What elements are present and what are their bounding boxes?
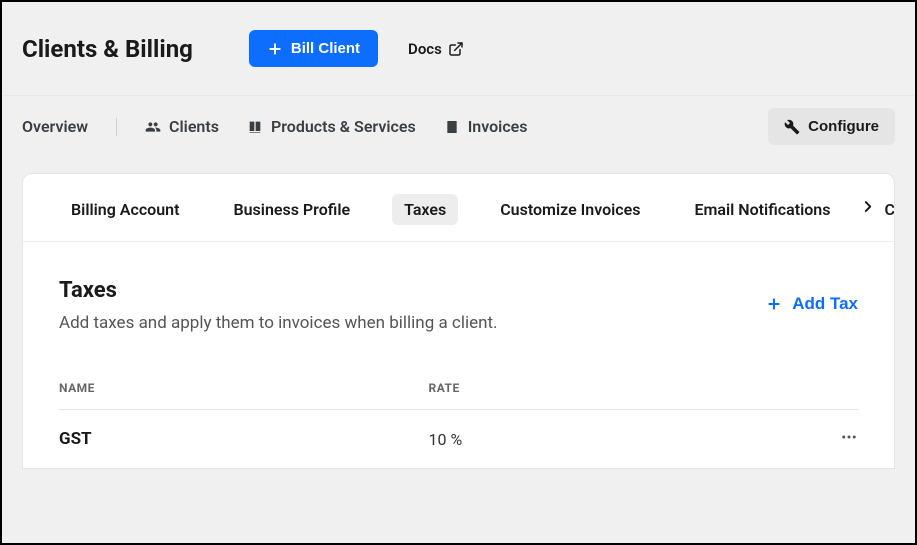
- add-tax-label: Add Tax: [792, 294, 858, 314]
- nav-invoices[interactable]: Invoices: [444, 117, 528, 136]
- tab-scroll-right-button[interactable]: [854, 192, 882, 220]
- plus-icon: [766, 296, 782, 312]
- bill-client-label: Bill Client: [291, 40, 360, 57]
- row-actions-button[interactable]: [798, 428, 858, 450]
- page-title: Clients & Billing: [22, 35, 193, 63]
- users-icon: [145, 119, 161, 135]
- col-rate: RATE: [429, 381, 799, 395]
- main-nav: Overview Clients Products & Services Inv…: [2, 95, 915, 173]
- taxes-table: NAME RATE GST 10 %: [59, 381, 858, 468]
- bill-client-button[interactable]: Bill Client: [249, 30, 378, 67]
- configure-label: Configure: [808, 118, 879, 135]
- tab-business-profile[interactable]: Business Profile: [221, 194, 362, 225]
- book-icon: [247, 119, 263, 135]
- plus-icon: [267, 41, 283, 57]
- table-header: NAME RATE: [59, 381, 858, 410]
- nav-products[interactable]: Products & Services: [247, 117, 416, 136]
- docs-label: Docs: [408, 40, 442, 58]
- wrench-icon: [784, 119, 800, 135]
- settings-tabs: Billing Account Business Profile Taxes C…: [23, 174, 894, 242]
- tab-customize-invoices[interactable]: Customize Invoices: [488, 194, 652, 225]
- nav-overview-label: Overview: [22, 117, 88, 136]
- tax-name: GST: [59, 429, 429, 449]
- tab-taxes[interactable]: Taxes: [392, 194, 458, 225]
- nav-divider: [116, 118, 117, 136]
- section-title: Taxes: [59, 278, 498, 303]
- chevron-right-icon: [859, 197, 877, 215]
- tab-email-notifications[interactable]: Email Notifications: [683, 194, 843, 225]
- tab-billing-account[interactable]: Billing Account: [59, 194, 191, 225]
- configure-button[interactable]: Configure: [768, 108, 895, 145]
- nav-clients-label: Clients: [169, 117, 219, 136]
- docs-link[interactable]: Docs: [408, 40, 464, 58]
- nav-products-label: Products & Services: [271, 117, 416, 136]
- invoice-icon: [444, 119, 460, 135]
- tab-content: Taxes Add taxes and apply them to invoic…: [23, 242, 894, 468]
- nav-invoices-label: Invoices: [468, 117, 528, 136]
- page-header: Clients & Billing Bill Client Docs: [2, 2, 915, 95]
- settings-card: Billing Account Business Profile Taxes C…: [22, 173, 895, 469]
- add-tax-button[interactable]: Add Tax: [766, 278, 858, 314]
- section-subtitle: Add taxes and apply them to invoices whe…: [59, 313, 498, 333]
- nav-clients[interactable]: Clients: [145, 117, 219, 136]
- more-horizontal-icon: [840, 428, 858, 446]
- table-row: GST 10 %: [59, 410, 858, 468]
- nav-overview[interactable]: Overview: [22, 117, 88, 136]
- col-name: NAME: [59, 381, 429, 395]
- tax-rate: 10 %: [429, 430, 799, 449]
- external-link-icon: [448, 41, 464, 57]
